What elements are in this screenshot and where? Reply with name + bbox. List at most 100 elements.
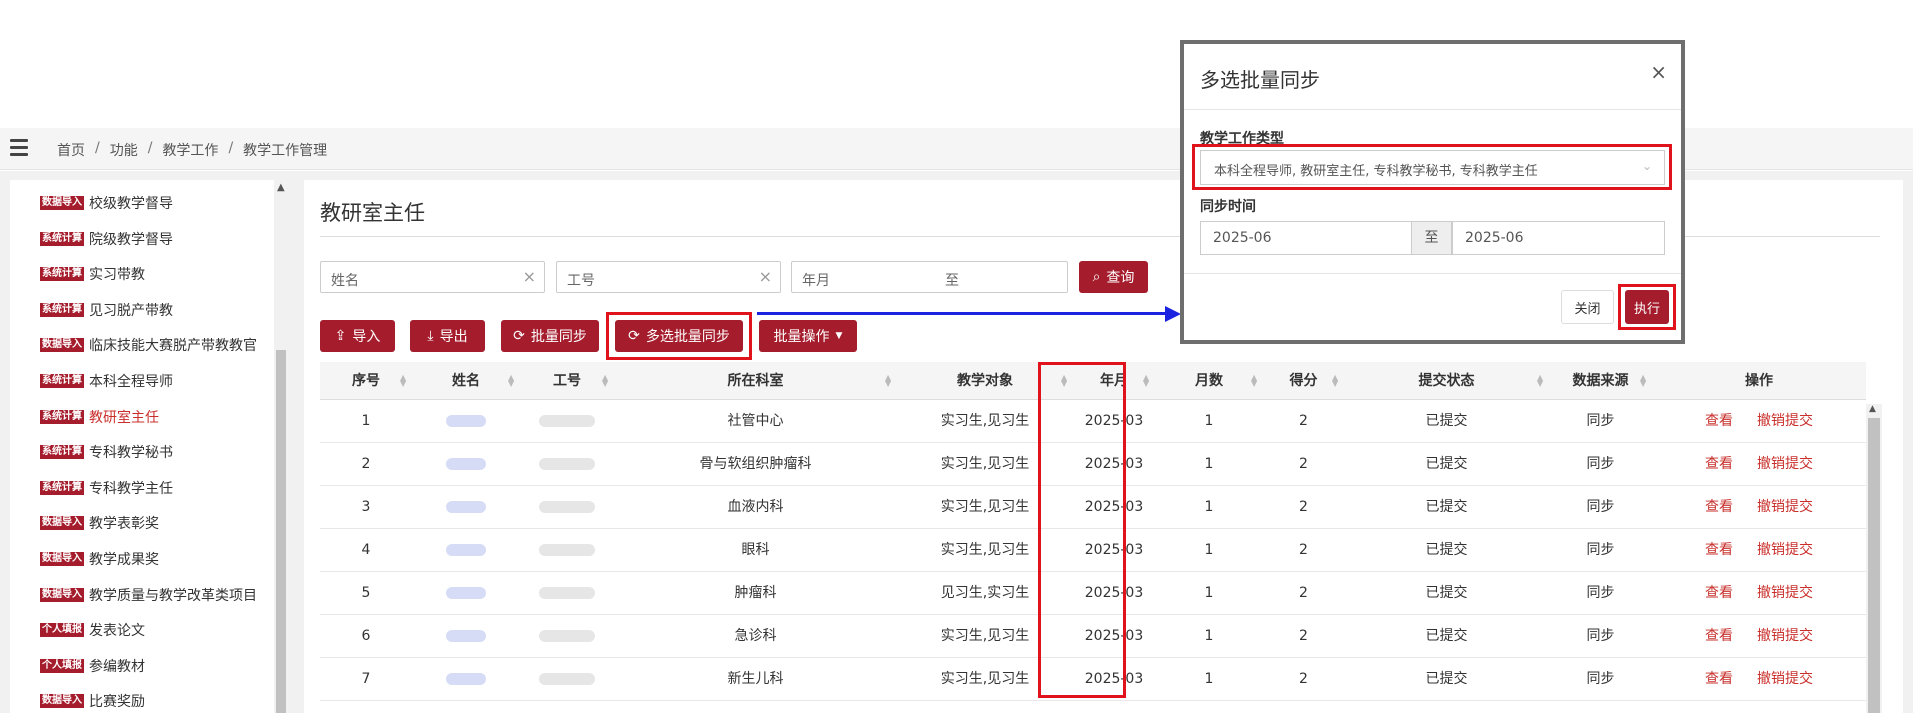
sidebar-item[interactable]: 数据导入 教学质量与教学改革类项目 bbox=[40, 585, 257, 605]
batch-sync-button[interactable]: ⟳ 批量同步 bbox=[501, 320, 599, 352]
cell-status: 已提交 bbox=[1425, 499, 1468, 515]
revoke-link[interactable]: 撤销提交 bbox=[1757, 413, 1813, 429]
source-tag: 系统计算 bbox=[40, 302, 84, 317]
cell-dept: 急诊科 bbox=[734, 628, 777, 644]
view-link[interactable]: 查看 bbox=[1705, 585, 1733, 601]
breadcrumb-function[interactable]: 功能 bbox=[110, 140, 138, 160]
revoke-link[interactable]: 撤销提交 bbox=[1757, 499, 1813, 515]
breadcrumb-home[interactable]: 首页 bbox=[57, 140, 85, 160]
cell-id-redacted bbox=[520, 400, 614, 443]
cell-score: 2 bbox=[1299, 671, 1308, 687]
sidebar-item[interactable]: 数据导入 教学表彰奖 bbox=[40, 513, 159, 533]
breadcrumb-management: 教学工作管理 bbox=[243, 143, 328, 159]
cell-dept: 肿瘤科 bbox=[734, 585, 777, 601]
revoke-link[interactable]: 撤销提交 bbox=[1757, 628, 1813, 644]
hamburger-menu-icon[interactable] bbox=[10, 139, 28, 157]
sort-icon[interactable]: ▲ ▼ bbox=[1143, 374, 1149, 388]
clear-icon[interactable]: × bbox=[523, 267, 536, 286]
cell-id-redacted bbox=[520, 443, 614, 486]
cell-no: 3 bbox=[361, 499, 371, 515]
revoke-link[interactable]: 撤销提交 bbox=[1757, 542, 1813, 558]
cell-count: 1 bbox=[1204, 628, 1214, 644]
sidebar-item[interactable]: 系统计算 见习脱产带教 bbox=[40, 300, 173, 320]
cell-no: 6 bbox=[361, 628, 371, 644]
sidebar-item[interactable]: 系统计算 本科全程导师 bbox=[40, 371, 173, 391]
scroll-up-icon[interactable]: ▲ bbox=[1869, 404, 1876, 414]
view-link[interactable]: 查看 bbox=[1705, 542, 1733, 558]
cell-source: 同步 bbox=[1586, 585, 1615, 601]
sidebar-item[interactable]: 系统计算 院级教学督导 bbox=[40, 229, 173, 249]
cell-no: 7 bbox=[361, 671, 371, 687]
clear-icon[interactable]: × bbox=[759, 267, 772, 286]
cell-id-redacted bbox=[520, 486, 614, 529]
sidebar-item[interactable]: 系统计算 教研室主任 bbox=[40, 407, 159, 427]
breadcrumb: 首页 / 功能 / 教学工作 / 教学工作管理 bbox=[57, 140, 328, 160]
column-header[interactable]: 月数 bbox=[1155, 362, 1263, 400]
sort-icon[interactable]: ▲ ▼ bbox=[1537, 374, 1543, 388]
view-link[interactable]: 查看 bbox=[1705, 499, 1733, 515]
sort-icon[interactable]: ▲ ▼ bbox=[508, 374, 514, 388]
close-icon[interactable]: × bbox=[1650, 60, 1667, 84]
id-input[interactable]: 工号 × bbox=[556, 261, 781, 293]
revoke-link[interactable]: 撤销提交 bbox=[1757, 585, 1813, 601]
sidebar-item-label: 校级教学督导 bbox=[89, 196, 173, 212]
source-tag: 系统计算 bbox=[40, 409, 84, 424]
cell-source: 同步 bbox=[1586, 542, 1615, 558]
batch-ops-dropdown[interactable]: 批量操作 ▼ bbox=[759, 320, 857, 352]
sidebar-item-label: 专科教学主任 bbox=[89, 480, 173, 497]
sidebar-item[interactable]: 数据导入 校级教学督导 bbox=[40, 193, 173, 213]
query-button[interactable]: ⌕ 查询 bbox=[1079, 261, 1148, 293]
sort-icon[interactable]: ▲ ▼ bbox=[1332, 374, 1338, 388]
source-tag: 数据导入 bbox=[40, 552, 84, 566]
column-header[interactable]: 数据来源 bbox=[1549, 362, 1652, 400]
cell-score: 2 bbox=[1299, 413, 1308, 429]
cell-id-redacted bbox=[520, 658, 614, 701]
sidebar-scrollbar[interactable]: ▲ bbox=[274, 180, 288, 713]
import-button[interactable]: ⇪ 导入 bbox=[320, 320, 395, 352]
cell-count: 1 bbox=[1204, 542, 1214, 558]
sidebar-item[interactable]: 个人填报 发表论文 bbox=[40, 620, 145, 640]
sidebar-item[interactable]: 数据导入 临床技能大赛脱产带教教官 bbox=[40, 335, 257, 355]
sort-icon[interactable]: ▲ ▼ bbox=[602, 374, 608, 388]
cell-name-redacted bbox=[412, 443, 520, 486]
sidebar-item[interactable]: 数据导入 比赛奖励 bbox=[40, 691, 145, 711]
start-month-input[interactable]: 2025-06 bbox=[1200, 221, 1412, 255]
cell-source: 同步 bbox=[1586, 413, 1615, 429]
sidebar-item-label: 教研室主任 bbox=[89, 409, 159, 426]
cell-no: 5 bbox=[361, 585, 371, 601]
view-link[interactable]: 查看 bbox=[1705, 456, 1733, 472]
column-header[interactable]: 操作 bbox=[1652, 362, 1866, 400]
column-header[interactable]: 姓名 bbox=[412, 362, 520, 400]
scroll-up-icon[interactable]: ▲ bbox=[277, 182, 285, 193]
end-month-input[interactable]: 2025-06 bbox=[1452, 221, 1665, 255]
export-button[interactable]: ⤓ 导出 bbox=[410, 320, 485, 352]
month-range-input[interactable]: 年月 至 bbox=[791, 261, 1068, 293]
sidebar-item[interactable]: 系统计算 实习带教 bbox=[40, 264, 145, 284]
view-link[interactable]: 查看 bbox=[1705, 628, 1733, 644]
cell-count: 1 bbox=[1204, 456, 1214, 472]
sort-icon[interactable]: ▲ ▼ bbox=[400, 374, 406, 388]
column-header[interactable]: 所在科室 bbox=[614, 362, 897, 400]
breadcrumb-teaching[interactable]: 教学工作 bbox=[162, 140, 218, 160]
revoke-link[interactable]: 撤销提交 bbox=[1757, 671, 1813, 687]
cell-name-redacted bbox=[412, 572, 520, 615]
sidebar-item-label: 教学成果奖 bbox=[89, 552, 159, 568]
sidebar-item[interactable]: 系统计算 专科教学秘书 bbox=[40, 442, 173, 462]
sort-icon[interactable]: ▲ ▼ bbox=[1251, 374, 1257, 388]
name-input[interactable]: 姓名 × bbox=[320, 261, 545, 293]
column-header[interactable]: 提交状态 bbox=[1344, 362, 1549, 400]
sidebar-item[interactable]: 系统计算 专科教学主任 bbox=[40, 478, 173, 498]
sort-icon[interactable]: ▲ ▼ bbox=[885, 374, 891, 388]
sidebar-item[interactable]: 个人填报 参编教材 bbox=[40, 656, 145, 676]
sidebar-item[interactable]: 数据导入 教学成果奖 bbox=[40, 549, 159, 569]
revoke-link[interactable]: 撤销提交 bbox=[1757, 456, 1813, 472]
sort-icon[interactable]: ▲ ▼ bbox=[1640, 374, 1646, 388]
column-header[interactable]: 序号 bbox=[320, 362, 412, 400]
view-link[interactable]: 查看 bbox=[1705, 413, 1733, 429]
column-header[interactable]: 工号 bbox=[520, 362, 614, 400]
close-button[interactable]: 关闭 bbox=[1561, 290, 1614, 324]
table-scrollbar[interactable]: ▲ bbox=[1866, 404, 1882, 713]
view-link[interactable]: 查看 bbox=[1705, 671, 1733, 687]
cell-no: 1 bbox=[361, 413, 371, 429]
upload-icon: ⇪ bbox=[334, 328, 347, 344]
